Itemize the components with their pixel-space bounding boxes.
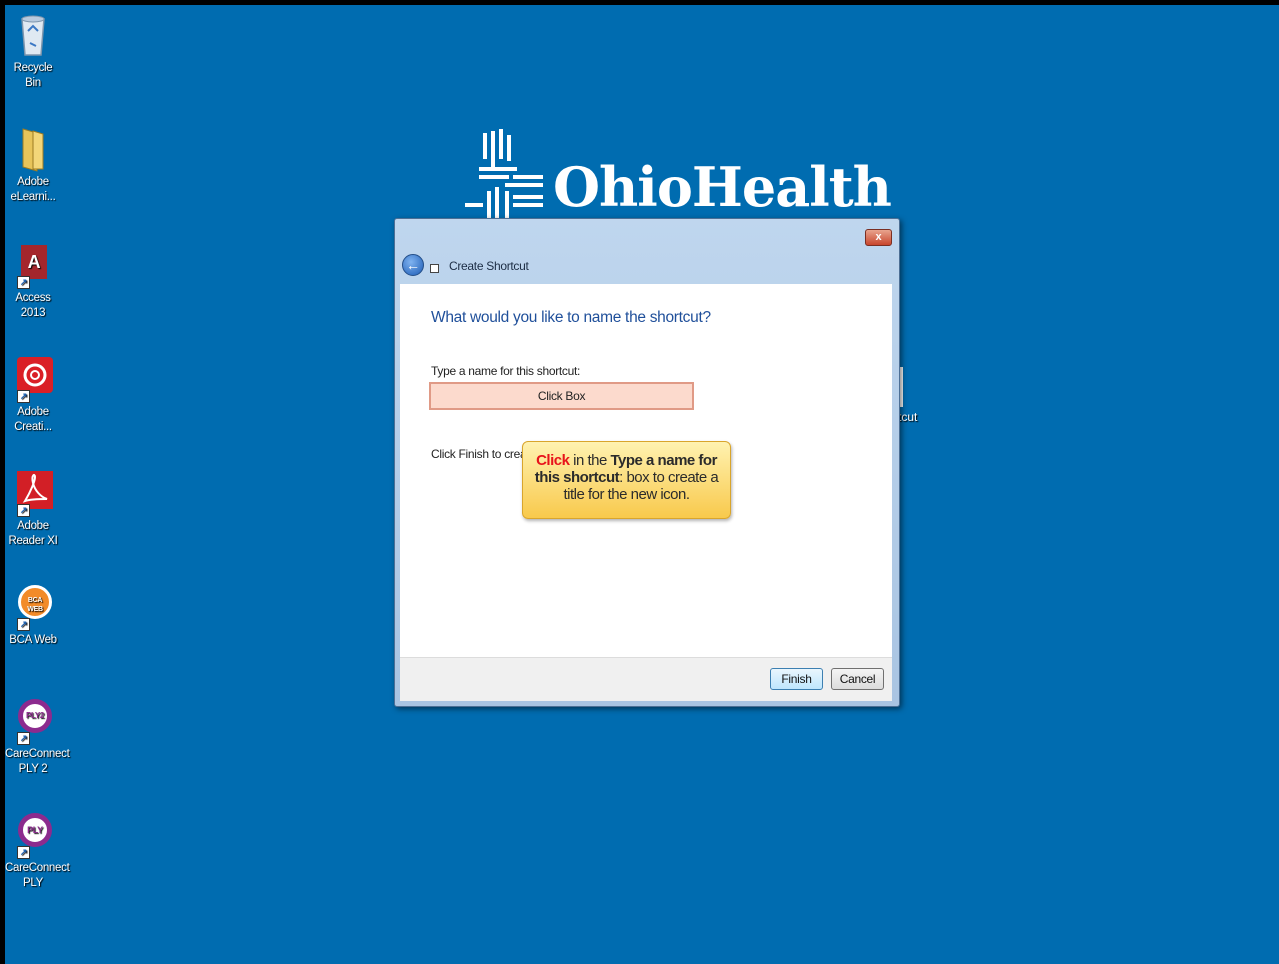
ohiohealth-mark-icon (465, 129, 543, 221)
desktop-icon-bca-web[interactable]: BCA WEB ↗ BCA Web (5, 583, 61, 648)
ohiohealth-logo: OhioHealth (457, 129, 892, 221)
finish-button[interactable]: Finish (770, 668, 823, 690)
folder-icon (13, 125, 53, 173)
ohiohealth-wordmark: OhioHealth (553, 155, 892, 219)
shortcut-arrow-icon: ↗ (17, 390, 30, 403)
tutorial-callout: Click in the Type a name for this shortc… (522, 441, 731, 519)
shortcut-icon (430, 264, 439, 273)
desktop-icon-label: CareConnect PLY (5, 862, 70, 889)
creative-cloud-icon: ↗ (13, 355, 53, 403)
desktop-icon-label: Adobe eLearni... (10, 176, 56, 203)
desktop-icon-label: BCA Web (9, 634, 57, 646)
shortcut-arrow-icon: ↗ (17, 846, 30, 859)
callout-text: in the (569, 452, 611, 469)
desktop-icon-label: Adobe Creati... (14, 406, 52, 433)
back-button[interactable]: ← (402, 254, 424, 276)
bca-web-icon: BCA WEB ↗ (13, 583, 53, 631)
careconnect-ply-icon: PLY ↗ (13, 811, 53, 859)
desktop-icon-adobe-reader[interactable]: ↗ Adobe Reader XI (5, 469, 61, 549)
desktop-icon-label: Adobe Reader XI (8, 520, 58, 547)
shortcut-arrow-icon: ↗ (17, 276, 30, 289)
desktop-icon-label: Recycle Bin (13, 62, 53, 89)
desktop-icon-label: Access 2013 (15, 292, 51, 319)
back-arrow-icon: ← (406, 257, 420, 273)
cancel-button[interactable]: Cancel (831, 668, 884, 690)
desktop: Recycle Bin Adobe eLearni... A ↗ Access … (5, 5, 1279, 964)
page-heading: What would you like to name the shortcut… (431, 309, 711, 326)
dialog-title: Create Shortcut (449, 259, 529, 273)
desktop-icon-label: CareConnect PLY 2 (5, 748, 70, 775)
shortcut-arrow-icon: ↗ (17, 504, 30, 517)
shortcut-arrow-icon: ↗ (17, 618, 30, 631)
recycle-bin-icon (13, 11, 53, 59)
callout-action: Click (536, 452, 570, 469)
adobe-reader-icon: ↗ (13, 469, 53, 517)
access-icon: A ↗ (13, 241, 53, 289)
close-button[interactable]: x (865, 229, 892, 246)
careconnect-ply2-icon: PLY2 ↗ (13, 697, 53, 745)
shortcut-arrow-icon: ↗ (17, 732, 30, 745)
close-icon: x (875, 231, 882, 243)
desktop-icon-recycle-bin[interactable]: Recycle Bin (5, 11, 61, 91)
desktop-icon-careconnect-ply[interactable]: PLY ↗ CareConnect PLY (5, 811, 70, 891)
desktop-icon-adobe-elearning[interactable]: Adobe eLearni... (5, 125, 61, 205)
shortcut-name-label: Type a name for this shortcut: (431, 364, 581, 378)
desktop-icon-access-2013[interactable]: A ↗ Access 2013 (5, 241, 61, 321)
desktop-icon-adobe-creative[interactable]: ↗ Adobe Creati... (5, 355, 61, 435)
desktop-icon-careconnect-ply2[interactable]: PLY2 ↗ CareConnect PLY 2 (5, 697, 70, 777)
background-icon-label: tcut (898, 410, 918, 424)
shortcut-name-input[interactable]: Click Box (429, 382, 694, 410)
background-window-edge (900, 367, 903, 407)
dialog-footer: Finish Cancel (400, 657, 892, 701)
